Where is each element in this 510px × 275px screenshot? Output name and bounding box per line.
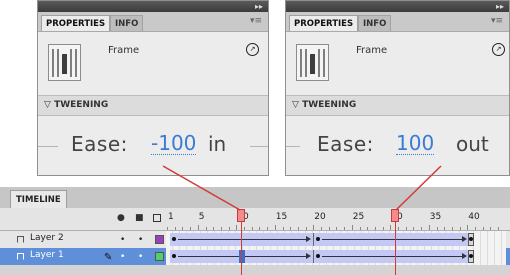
callout-line-left — [162, 165, 241, 211]
callout-line-right — [395, 165, 442, 211]
callout-lines — [162, 165, 442, 211]
